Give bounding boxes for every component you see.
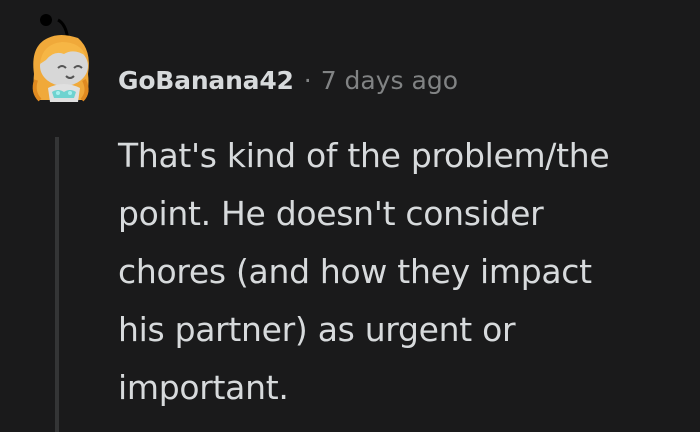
author-username[interactable]: GoBanana42	[118, 66, 294, 95]
comment-body-line: point. He doesn't consider	[118, 194, 544, 233]
comment-header: GoBanana42 · 7 days ago	[118, 58, 458, 102]
comment-body-line: That's kind of the problem/the	[118, 136, 610, 175]
comment-body: That's kind of the problem/the point. He…	[118, 127, 678, 417]
comment-body-line: chores (and how they impact	[118, 252, 592, 291]
comment: GoBanana42 · 7 days ago That's kind of t…	[0, 0, 700, 432]
meta-separator: ·	[303, 65, 312, 95]
comment-body-line: important.	[118, 368, 289, 407]
thread-collapse-line[interactable]	[55, 137, 59, 432]
comment-timestamp[interactable]: 7 days ago	[321, 66, 458, 95]
snoo-avatar-icon[interactable]	[18, 10, 102, 106]
comment-body-line: his partner) as urgent or	[118, 310, 516, 349]
